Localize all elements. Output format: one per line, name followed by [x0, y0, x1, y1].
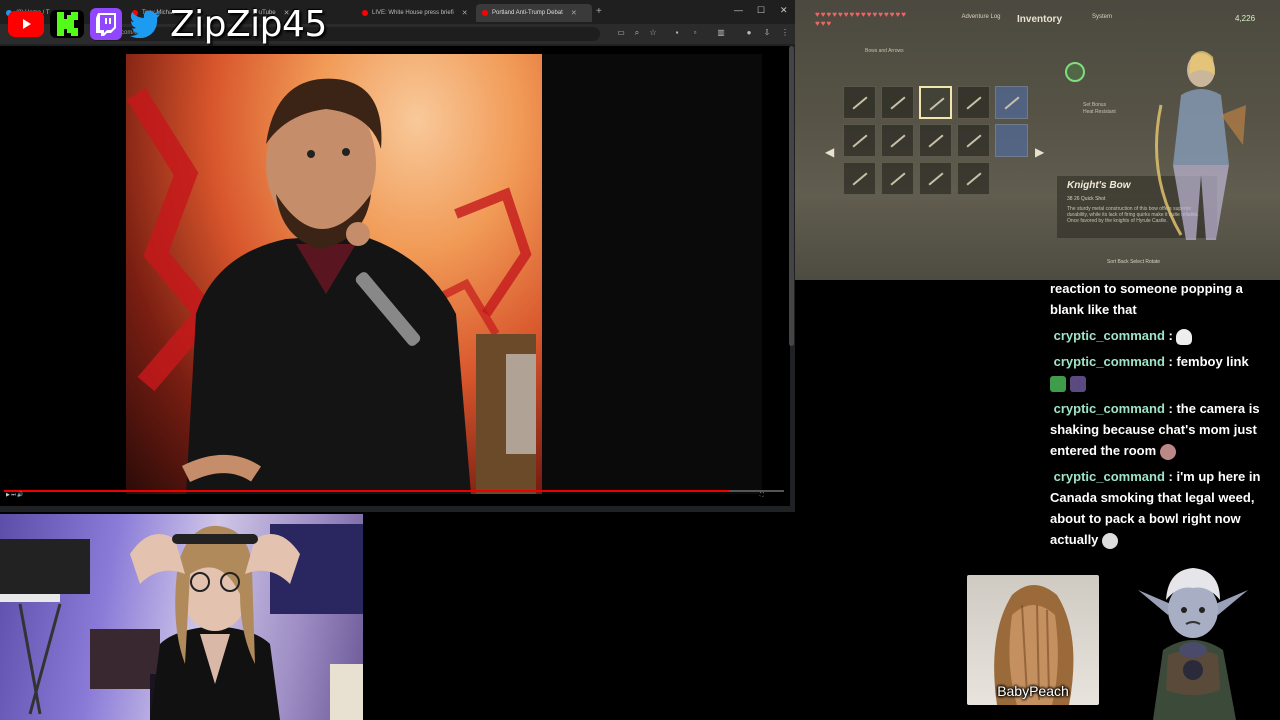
inventory-slot — [881, 86, 914, 119]
inventory-slot — [995, 124, 1028, 157]
minimize-button[interactable]: — — [734, 5, 743, 15]
kick-icon — [50, 10, 84, 38]
chevron-right-icon: ▶ — [1035, 145, 1045, 159]
inventory-slot — [995, 86, 1028, 119]
streamer-figure — [0, 524, 363, 720]
inventory-slot-selected — [919, 86, 952, 119]
category-label: Bows and Arrows — [865, 48, 904, 54]
cast-icon[interactable]: ▭ — [616, 28, 626, 38]
rupee-counter: 4,226 — [1235, 14, 1256, 23]
progress-fill — [4, 490, 730, 492]
webcam-feed — [0, 514, 363, 720]
tab-label: LIVE: White House press briefi — [372, 10, 454, 16]
zoom-icon[interactable]: ⌕ — [632, 28, 642, 38]
inventory-title: Inventory — [1017, 14, 1063, 25]
chat-username: cryptic_command — [1053, 401, 1165, 416]
twitch-icon — [90, 8, 122, 40]
dog-emote-icon — [1159, 443, 1176, 460]
tab-white-house[interactable]: LIVE: White House press briefi ✕ — [356, 4, 472, 22]
maximize-button[interactable]: ☐ — [757, 5, 765, 16]
frog-emote-icon — [1050, 375, 1066, 392]
inventory-slot — [919, 162, 952, 195]
chevron-left-icon: ◀ — [825, 145, 835, 159]
progress-bar[interactable] — [4, 490, 784, 492]
button-hints: Sort Back Select Rotate — [1107, 259, 1161, 265]
stream-layout: (3) Home / T Tony Michaels YouTube ✕ LIV… — [0, 0, 1280, 720]
extension-icon[interactable]: ▫ — [690, 28, 700, 38]
hearts-icon: ♥♥♥♥♥♥♥♥♥♥♥♥♥♥♥♥ ♥♥♥ — [815, 10, 907, 28]
bookmark-star-icon[interactable]: ☆ — [648, 28, 658, 38]
chat-username: cryptic_command — [1053, 328, 1165, 343]
video-letterbox — [542, 54, 762, 494]
fullscreen-icon[interactable]: ⛶ — [760, 492, 764, 498]
babypeach-card: BabyPeach — [967, 575, 1099, 705]
babypeach-label: BabyPeach — [997, 683, 1069, 699]
twitter-icon — [128, 9, 162, 39]
item-stats: 38 26 Quick Shot — [1067, 196, 1106, 202]
chat-separator: : — [1164, 401, 1177, 416]
anime-emote-icon — [1069, 375, 1086, 392]
sidebar-icon[interactable]: ▥ — [716, 28, 726, 38]
set-bonus-text: Set Bonus Heat Resistant — [1083, 102, 1116, 115]
youtube-favicon-icon — [482, 10, 488, 16]
item-name: Knight's Bow — [1067, 180, 1131, 191]
page-scrollbar[interactable] — [789, 46, 794, 346]
chat-message: cryptic_command : the camera is shaking … — [1050, 398, 1275, 461]
inventory-slot — [881, 162, 914, 195]
system-tab: System — [1091, 14, 1112, 20]
smoke-emote-icon — [1102, 532, 1119, 549]
inventory-slot — [957, 124, 990, 157]
menu-icon[interactable]: ⋮ — [780, 28, 790, 38]
chat-text: reaction to someone popping a blank like… — [1050, 281, 1243, 317]
ghost-emote-icon — [1176, 328, 1193, 345]
video-player[interactable]: ▶ ⏭ 🔊 ⛶ — [0, 46, 790, 506]
new-tab-button[interactable]: + — [596, 6, 602, 17]
inventory-slot — [843, 124, 876, 157]
inventory-slot — [843, 162, 876, 195]
youtube-favicon-icon — [362, 10, 368, 16]
tab-close-icon[interactable]: ✕ — [462, 9, 468, 17]
chat-text: femboy link — [1176, 354, 1249, 369]
youtube-icon — [8, 11, 44, 37]
chat-separator: : — [1164, 354, 1177, 369]
tab-portland-debate[interactable]: Portland Anti-Trump Debat ✕ — [476, 4, 592, 22]
adventure-log-tab: Adventure Log — [961, 14, 1001, 20]
chat-message: reaction to someone popping a blank like… — [1050, 278, 1275, 320]
inventory-slot — [843, 86, 876, 119]
inventory-slot — [957, 86, 990, 119]
link-character — [1155, 51, 1246, 240]
inventory-slot — [957, 162, 990, 195]
play-icon[interactable]: ▶ ⏭ 🔊 — [6, 492, 23, 498]
chat-message: cryptic_command : — [1050, 325, 1275, 346]
game-capture: ♥♥♥♥♥♥♥♥♥♥♥♥♥♥♥♥ ♥♥♥ Adventure Log Invent… — [795, 0, 1280, 280]
chat-separator: : — [1164, 328, 1177, 343]
inventory-slot — [881, 124, 914, 157]
close-window-button[interactable]: ✕ — [780, 5, 788, 16]
streamer-handle: ZipZip45 — [170, 3, 327, 45]
elf-character-icon — [1138, 568, 1248, 720]
social-overlay: ZipZip45 — [8, 3, 327, 45]
tab-close-icon[interactable]: ✕ — [571, 9, 577, 17]
browser-window: (3) Home / T Tony Michaels YouTube ✕ LIV… — [0, 0, 795, 512]
chat-message: cryptic_command : femboy link — [1050, 351, 1275, 393]
chat-panel: reaction to someone popping a blank like… — [1050, 278, 1275, 558]
chat-message: cryptic_command : i'm up here in Canada … — [1050, 466, 1275, 550]
chat-separator: : — [1164, 469, 1177, 484]
chat-username: cryptic_command — [1053, 354, 1165, 369]
tab-label: Portland Anti-Trump Debat — [492, 10, 563, 16]
chat-username: cryptic_command — [1053, 469, 1165, 484]
speaker-figure — [126, 78, 536, 494]
extension-icon[interactable]: ▪ — [672, 28, 682, 38]
downloads-icon[interactable]: ⇩ — [762, 28, 772, 38]
video-frame — [126, 54, 542, 494]
inventory-slot — [919, 124, 952, 157]
profile-icon[interactable]: ● — [744, 28, 754, 38]
rune-icon — [1065, 62, 1085, 82]
